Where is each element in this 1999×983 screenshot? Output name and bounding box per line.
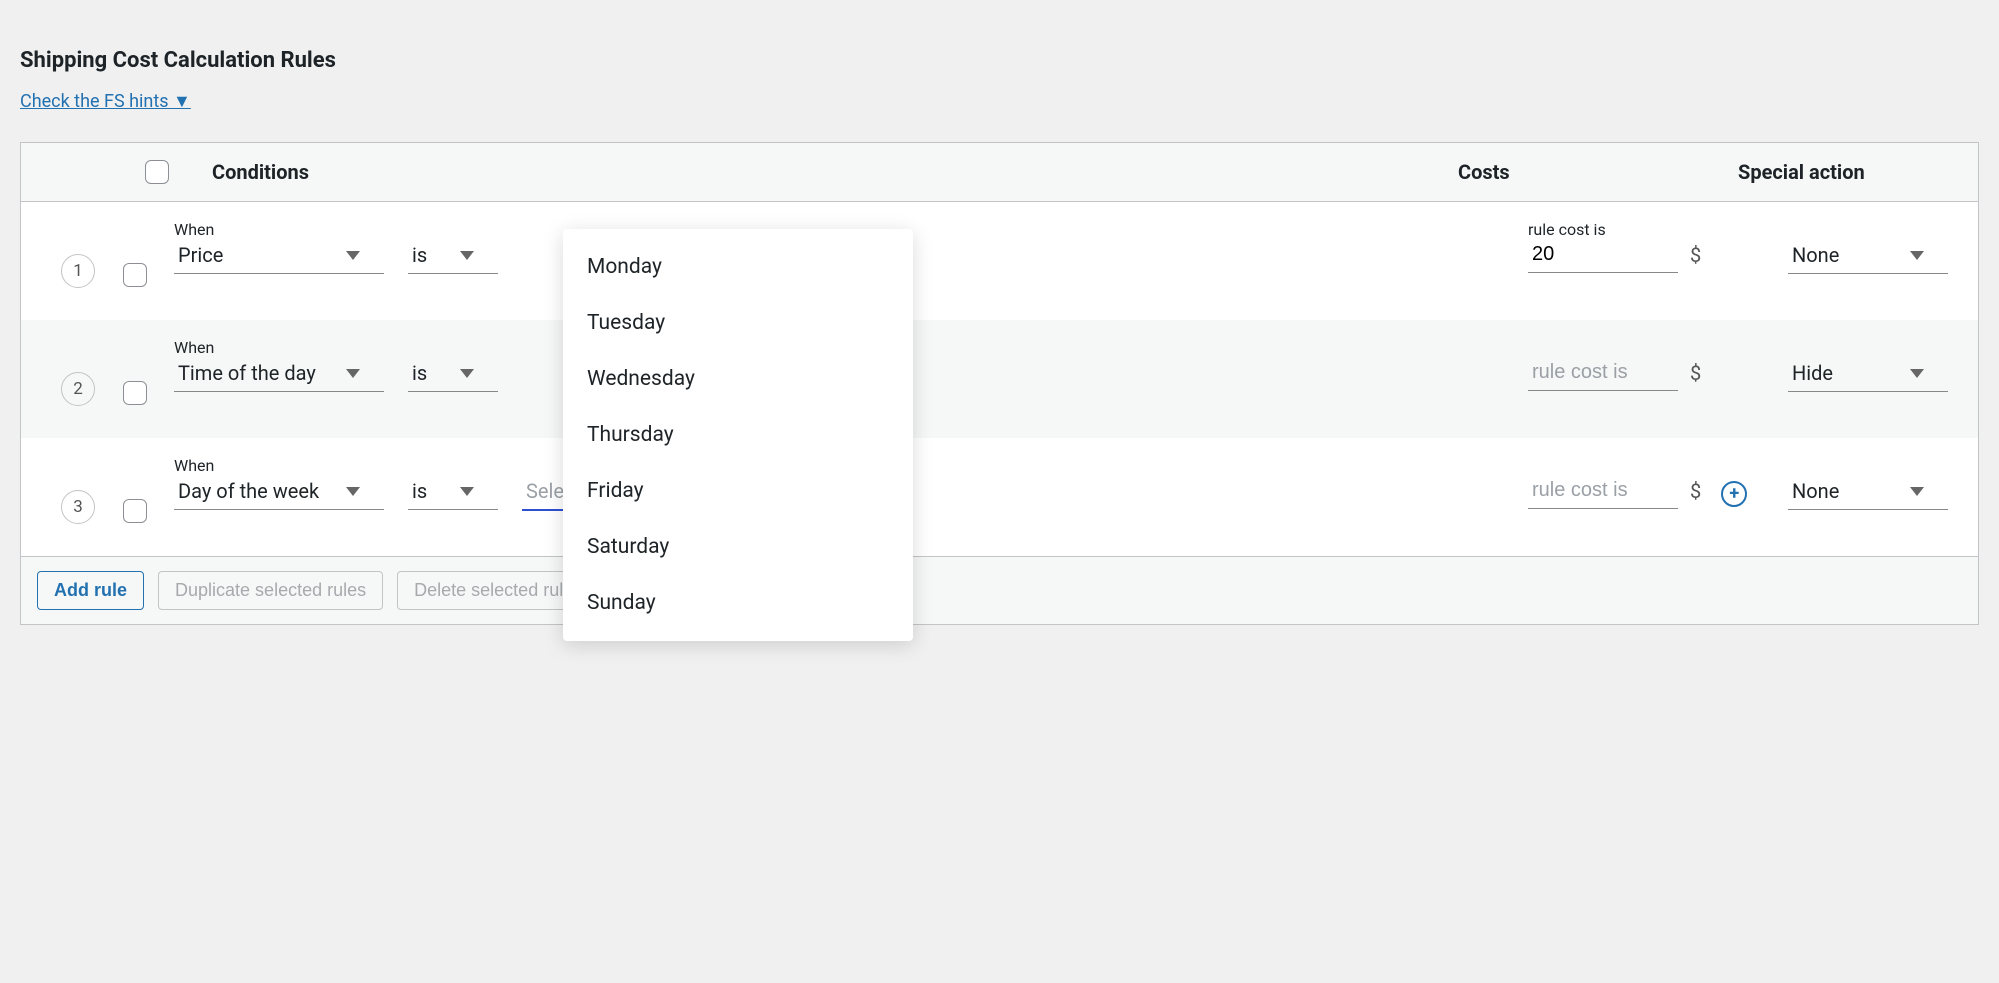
cost-input[interactable]	[1528, 475, 1678, 509]
special-action-select[interactable]: None	[1788, 239, 1948, 274]
rule-index-badge[interactable]: 1	[61, 254, 95, 288]
condition-field-value: Day of the week	[178, 479, 319, 503]
chevron-down-icon	[346, 487, 360, 496]
rule-index-badge[interactable]: 2	[61, 372, 95, 406]
when-label: When	[174, 338, 384, 357]
operator-select[interactable]: is	[408, 475, 498, 510]
chevron-down-icon	[1910, 251, 1924, 260]
rule-checkbox[interactable]	[123, 381, 147, 405]
fs-hints-link[interactable]: Check the FS hints ▼	[20, 91, 191, 112]
special-action-value: None	[1792, 243, 1839, 267]
day-option-sunday[interactable]: Sunday	[563, 575, 913, 631]
select-all-checkbox[interactable]	[145, 160, 169, 184]
rule-row: 1 When Price is rule cost is	[21, 202, 1978, 320]
day-option-friday[interactable]: Friday	[563, 463, 913, 519]
day-option-wednesday[interactable]: Wednesday	[563, 351, 913, 407]
operator-value: is	[412, 243, 427, 267]
special-action-value: Hide	[1792, 361, 1833, 385]
condition-field-select[interactable]: Day of the week	[174, 475, 384, 510]
operator-select[interactable]: is	[408, 357, 498, 392]
when-label: When	[174, 220, 384, 239]
day-option-thursday[interactable]: Thursday	[563, 407, 913, 463]
condition-field-value: Price	[178, 243, 223, 267]
chevron-down-icon	[1910, 487, 1924, 496]
day-option-saturday[interactable]: Saturday	[563, 519, 913, 575]
currency-label: $	[1690, 243, 1701, 273]
rule-checkbox[interactable]	[123, 499, 147, 523]
operator-value: is	[412, 361, 427, 385]
table-header: Conditions Costs Special action	[21, 143, 1978, 202]
footer-bar: Add rule Duplicate selected rules Delete…	[21, 556, 1978, 624]
operator-value: is	[412, 479, 427, 503]
add-cost-icon[interactable]: +	[1721, 481, 1747, 507]
condition-field-select[interactable]: Time of the day	[174, 357, 384, 392]
days-dropdown-menu[interactable]: Monday Tuesday Wednesday Thursday Friday…	[563, 229, 913, 641]
special-action-value: None	[1792, 479, 1839, 503]
add-rule-button[interactable]: Add rule	[37, 571, 144, 610]
chevron-down-icon	[460, 369, 474, 378]
rule-checkbox[interactable]	[123, 263, 147, 287]
cost-input[interactable]	[1528, 357, 1678, 391]
special-action-select[interactable]: None	[1788, 475, 1948, 510]
special-action-select[interactable]: Hide	[1788, 357, 1948, 392]
col-header-costs: Costs	[1458, 160, 1738, 184]
chevron-down-icon	[346, 251, 360, 260]
rule-index-badge[interactable]: 3	[61, 490, 95, 524]
currency-label: $	[1690, 361, 1701, 391]
chevron-down-icon	[460, 251, 474, 260]
section-title: Shipping Cost Calculation Rules	[20, 48, 1979, 73]
chevron-down-icon	[346, 369, 360, 378]
duplicate-rules-button[interactable]: Duplicate selected rules	[158, 571, 383, 610]
rule-row: 2 When Time of the day is	[21, 320, 1978, 438]
rules-table: Monday Tuesday Wednesday Thursday Friday…	[20, 142, 1979, 625]
operator-select[interactable]: is	[408, 239, 498, 274]
rule-row: 3 When Day of the week is Sele	[21, 438, 1978, 556]
col-header-action: Special action	[1738, 160, 1898, 184]
condition-field-select[interactable]: Price	[174, 239, 384, 274]
col-header-conditions: Conditions	[212, 160, 1458, 184]
day-option-monday[interactable]: Monday	[563, 239, 913, 295]
rule-cost-label: rule cost is	[1528, 220, 1788, 239]
cost-input[interactable]	[1528, 239, 1678, 273]
chevron-down-icon	[1910, 369, 1924, 378]
day-option-tuesday[interactable]: Tuesday	[563, 295, 913, 351]
condition-field-value: Time of the day	[178, 361, 316, 385]
currency-label: $	[1690, 479, 1701, 509]
chevron-down-icon	[460, 487, 474, 496]
when-label: When	[174, 456, 384, 475]
